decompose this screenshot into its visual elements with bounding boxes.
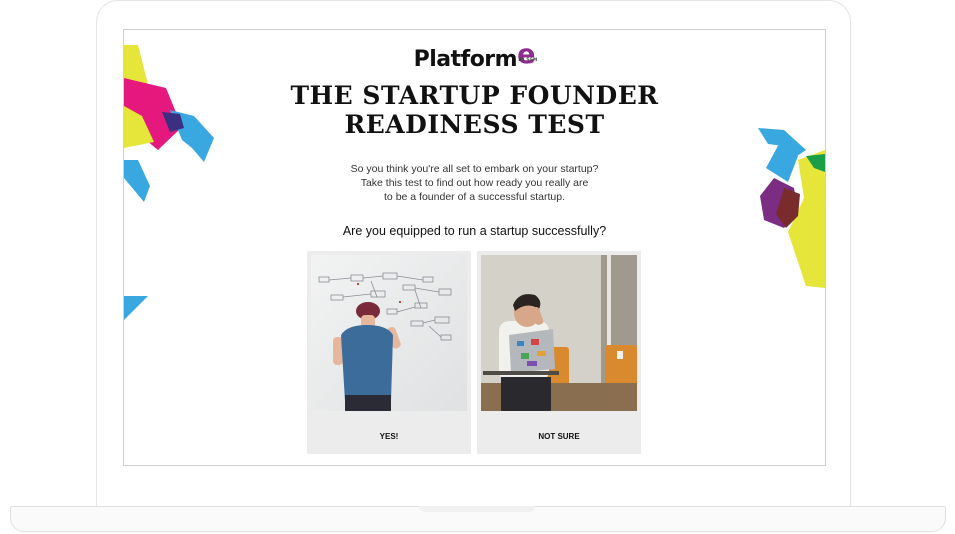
- page-title: THE STARTUP FOUNDER READINESS TEST: [124, 81, 825, 139]
- question-text: Are you equipped to run a startup succes…: [342, 224, 607, 238]
- answer-card-not-sure[interactable]: NOT SURE: [477, 251, 641, 454]
- laptop-notch: [419, 506, 535, 512]
- answer-card-yes[interactable]: YES!: [307, 251, 471, 454]
- platforme-logo[interactable]: Platforme BY SGM: [124, 39, 825, 72]
- right-geometric-decoration: [758, 128, 825, 288]
- logo-wordmark: Platform: [413, 47, 518, 72]
- intro-line: Take this test to find out how ready you…: [360, 177, 589, 189]
- page-title-line-2: READINESS TEST: [344, 110, 605, 139]
- page-title-line-1: THE STARTUP FOUNDER: [290, 81, 659, 110]
- answer-label-yes: YES!: [379, 432, 399, 441]
- logo-byline: BY SGM: [518, 57, 538, 62]
- intro-line: So you think you're all set to embark on…: [350, 163, 599, 175]
- whiteboard-photo: [311, 255, 467, 411]
- intro-text: So you think you're all set to embark on…: [124, 162, 825, 204]
- logo-e-mark: e BY SGM: [517, 39, 538, 70]
- intro-line: to be a founder of a successful startup.: [384, 191, 565, 203]
- answer-label-not-sure: NOT SURE: [538, 432, 580, 441]
- stressed-founder-photo: [481, 255, 637, 411]
- laptop-screen: Platforme BY SGM THE STARTUP FOUNDER READ…: [123, 29, 826, 466]
